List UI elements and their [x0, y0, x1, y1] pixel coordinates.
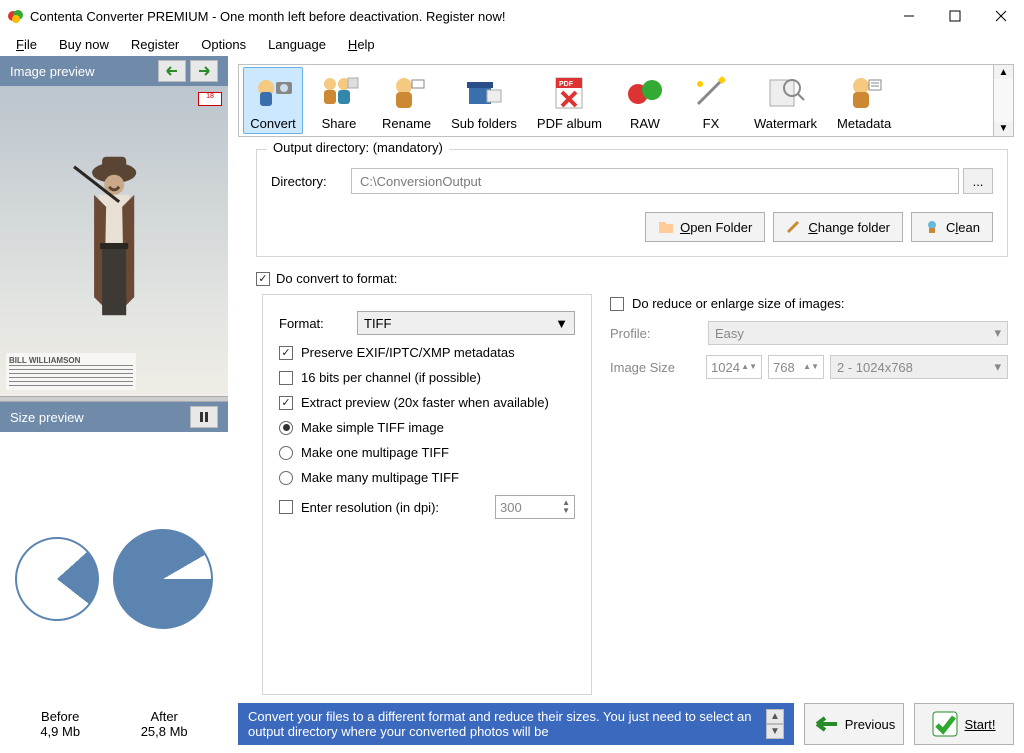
preserve-metadata-checkbox[interactable]: ✓ — [279, 346, 293, 360]
tool-convert[interactable]: Convert — [243, 67, 303, 134]
menu-buy-now[interactable]: Buy now — [49, 35, 119, 54]
scroll-down-icon[interactable]: ▼ — [766, 724, 784, 739]
radio-simple-tiff[interactable] — [279, 421, 293, 435]
clean-button[interactable]: Clean — [911, 212, 993, 242]
tool-pdf-album[interactable]: PDF PDF album — [530, 67, 609, 134]
check-icon — [932, 711, 958, 737]
format-options-group: Format: TIFF ▼ ✓Preserve EXIF/IPTC/XMP m… — [262, 294, 592, 695]
image-size-label: Image Size — [610, 360, 700, 375]
format-select[interactable]: TIFF ▼ — [357, 311, 575, 335]
do-convert-label: Do convert to format: — [276, 271, 397, 286]
chevron-down-icon: ▾ — [994, 359, 1001, 375]
menu-help[interactable]: Help — [338, 35, 385, 54]
maximize-button[interactable] — [932, 0, 978, 32]
after-label: After — [141, 709, 188, 724]
pie-after — [95, 510, 232, 647]
open-folder-button[interactable]: Open Folder — [645, 212, 765, 242]
image-preview-area: BILL WILLIAMSON 18 — [0, 86, 228, 396]
metadata-icon — [841, 72, 887, 114]
tool-fx[interactable]: FX — [681, 67, 741, 134]
resize-options-group: Do reduce or enlarge size of images: Pro… — [610, 294, 1008, 695]
action-toolbar: Convert Share Rename Sub folders PDF PDF… — [238, 64, 994, 137]
titlebar: Contenta Converter PREMIUM - One month l… — [0, 0, 1024, 32]
prev-image-button[interactable] — [158, 60, 186, 82]
tool-subfolders[interactable]: Sub folders — [444, 67, 524, 134]
svg-text:PDF: PDF — [559, 81, 574, 88]
menu-register[interactable]: Register — [121, 35, 189, 54]
convert-icon — [250, 72, 296, 114]
share-icon — [316, 72, 362, 114]
scroll-down-icon[interactable]: ▼ — [994, 122, 1013, 136]
minimize-button[interactable] — [886, 0, 932, 32]
scroll-up-icon[interactable]: ▲ — [766, 709, 784, 724]
tool-watermark[interactable]: Watermark — [747, 67, 824, 134]
tool-share[interactable]: Share — [309, 67, 369, 134]
scroll-up-icon[interactable]: ▲ — [994, 65, 1013, 79]
size-preview-title: Size preview — [10, 410, 84, 425]
watermark-icon — [762, 72, 808, 114]
folder-icon — [461, 72, 507, 114]
footer: Convert your files to a different format… — [238, 695, 1014, 745]
width-input[interactable]: 1024▲▼ — [706, 355, 762, 379]
main-panel: Convert Share Rename Sub folders PDF PDF… — [228, 56, 1024, 753]
previous-button[interactable]: Previous — [804, 703, 904, 745]
menu-options[interactable]: Options — [191, 35, 256, 54]
size-preview-header: Size preview — [0, 402, 228, 432]
bits16-checkbox[interactable] — [279, 371, 293, 385]
pdf-icon: PDF — [546, 72, 592, 114]
menubar: File Buy now Register Options Language H… — [0, 32, 1024, 56]
pause-button[interactable] — [190, 406, 218, 428]
start-button[interactable]: Start! — [914, 703, 1014, 745]
change-folder-button[interactable]: Change folder — [773, 212, 903, 242]
enter-resolution-checkbox[interactable] — [279, 500, 293, 514]
info-panel: Convert your files to a different format… — [238, 703, 794, 745]
pie-before — [0, 519, 116, 638]
browse-button[interactable]: ... — [963, 168, 993, 194]
folder-open-icon — [658, 220, 674, 234]
chevron-down-icon: ▼ — [555, 316, 568, 331]
next-image-button[interactable] — [190, 60, 218, 82]
output-group-title: Output directory: (mandatory) — [267, 140, 449, 155]
edit-icon — [786, 220, 802, 234]
radio-many-multipage[interactable] — [279, 471, 293, 485]
titlebar-text: Contenta Converter PREMIUM - One month l… — [30, 9, 886, 24]
arrow-left-icon — [813, 716, 839, 732]
menu-language[interactable]: Language — [258, 35, 336, 54]
directory-input[interactable]: C:\ConversionOutput — [351, 168, 959, 194]
radio-one-multipage[interactable] — [279, 446, 293, 460]
do-reduce-checkbox[interactable] — [610, 297, 624, 311]
before-label: Before — [40, 709, 80, 724]
output-directory-group: Output directory: (mandatory) Directory:… — [256, 149, 1008, 257]
resolution-spinner[interactable]: 300 ▲▼ — [495, 495, 575, 519]
directory-label: Directory: — [271, 174, 351, 189]
image-preview-title: Image preview — [10, 64, 95, 79]
app-icon — [8, 8, 24, 24]
before-value: 4,9 Mb — [40, 724, 80, 739]
format-label: Format: — [279, 316, 349, 331]
rating-badge: 18 — [198, 92, 222, 106]
info-scrollbar[interactable]: ▲ ▼ — [766, 709, 784, 739]
tool-rename[interactable]: Rename — [375, 67, 438, 134]
chevron-down-icon: ▾ — [994, 325, 1001, 341]
after-value: 25,8 Mb — [141, 724, 188, 739]
size-preview-area — [0, 432, 228, 703]
fx-icon — [688, 72, 734, 114]
preview-caption: BILL WILLIAMSON — [9, 356, 133, 365]
tool-metadata[interactable]: Metadata — [830, 67, 898, 134]
raw-icon — [622, 72, 668, 114]
tool-raw[interactable]: RAW — [615, 67, 675, 134]
close-button[interactable] — [978, 0, 1024, 32]
profile-label: Profile: — [610, 326, 700, 341]
rename-icon — [384, 72, 430, 114]
height-input[interactable]: 768▲▼ — [768, 355, 824, 379]
extract-preview-checkbox[interactable]: ✓ — [279, 396, 293, 410]
toolbar-scrollbar[interactable]: ▲ ▼ — [994, 64, 1014, 137]
do-convert-checkbox[interactable]: ✓ — [256, 272, 270, 286]
size-preset-select[interactable]: 2 - 1024x768 ▾ — [830, 355, 1008, 379]
profile-select[interactable]: Easy ▾ — [708, 321, 1008, 345]
clean-icon — [924, 220, 940, 234]
sidebar: Image preview BILL WILLIAMSON — [0, 56, 228, 753]
image-preview-header: Image preview — [0, 56, 228, 86]
menu-file[interactable]: File — [6, 35, 47, 54]
